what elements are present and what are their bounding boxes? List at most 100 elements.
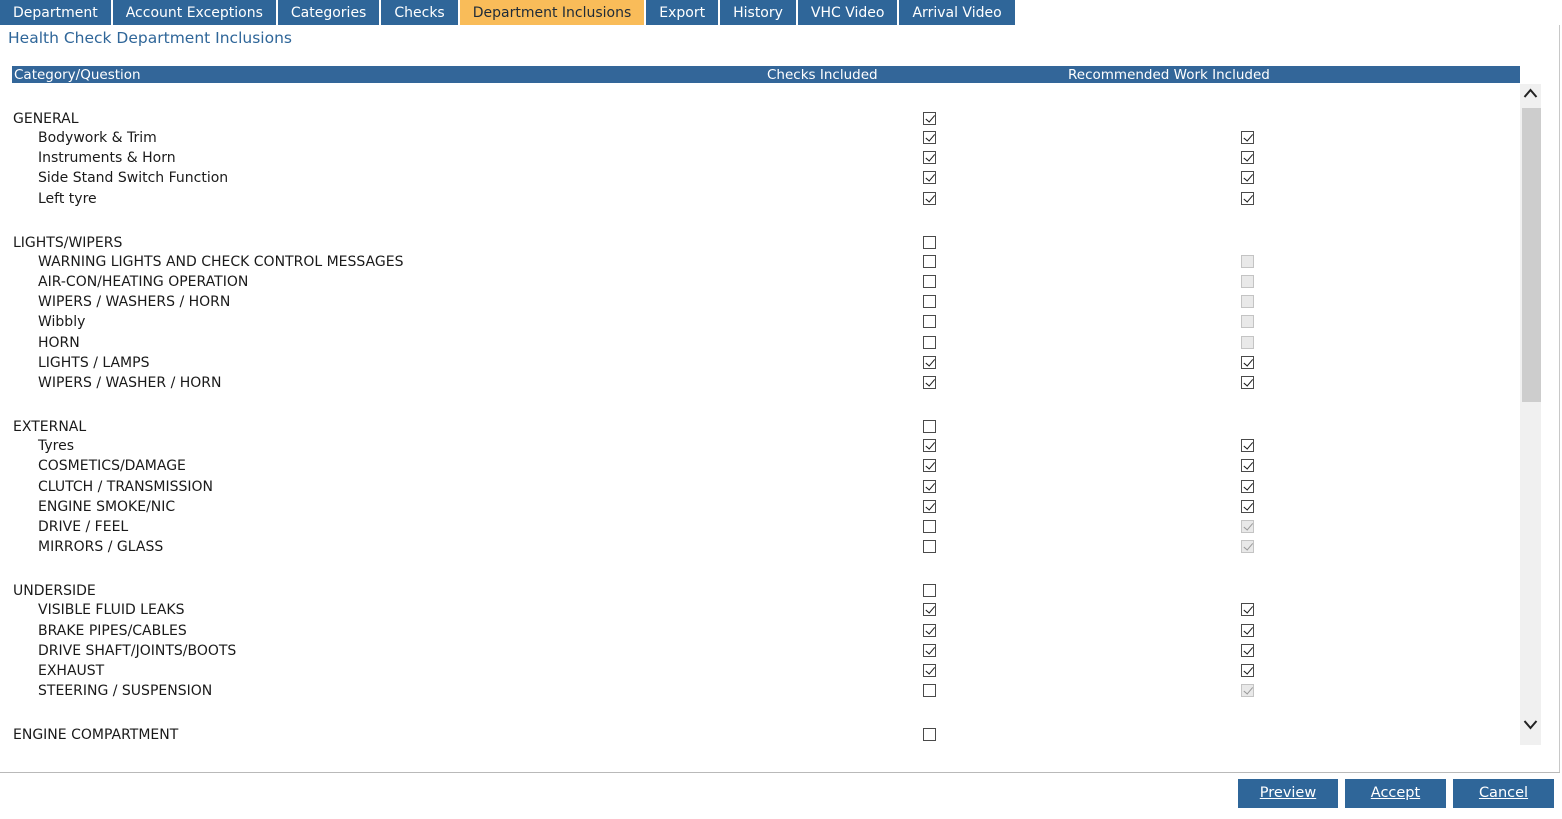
checks-included-checkbox[interactable] bbox=[923, 315, 936, 329]
question-row: Side Stand Switch Function bbox=[0, 168, 1520, 188]
checks-included-checkbox[interactable] bbox=[923, 643, 936, 657]
checks-included-checkbox[interactable] bbox=[923, 728, 936, 742]
question-label: Instruments & Horn bbox=[38, 150, 176, 167]
recommended-work-checkbox bbox=[1241, 540, 1254, 554]
question-label: MIRRORS / GLASS bbox=[38, 539, 164, 556]
checks-included-checkbox[interactable] bbox=[923, 664, 936, 677]
question-row: DRIVE SHAFT/JOINTS/BOOTS bbox=[0, 641, 1520, 661]
panel-border bbox=[1559, 25, 1560, 773]
recommended-work-checkbox[interactable] bbox=[1241, 151, 1254, 165]
checks-included-checkbox[interactable] bbox=[923, 376, 936, 389]
checks-included-checkbox[interactable] bbox=[923, 684, 936, 698]
category-row: EXTERNAL bbox=[0, 417, 1520, 437]
question-label: CLUTCH / TRANSMISSION bbox=[38, 478, 214, 495]
accept-button[interactable]: Accept bbox=[1345, 779, 1446, 808]
question-label: WIPERS / WASHER / HORN bbox=[38, 375, 222, 391]
category-label: UNDERSIDE bbox=[13, 583, 96, 600]
recommended-work-checkbox[interactable] bbox=[1241, 643, 1254, 657]
checks-included-checkbox[interactable] bbox=[923, 439, 936, 453]
category-label: LIGHTS/WIPERS bbox=[13, 234, 123, 251]
checks-included-checkbox[interactable] bbox=[923, 191, 936, 205]
checks-included-checkbox[interactable] bbox=[923, 540, 936, 554]
checks-included-checkbox[interactable] bbox=[923, 420, 936, 434]
question-row: LIGHTS / LAMPS bbox=[0, 353, 1520, 373]
category-row: UNDERSIDE bbox=[0, 581, 1520, 601]
question-row: Tyres bbox=[0, 436, 1520, 456]
checks-included-checkbox[interactable] bbox=[923, 171, 936, 185]
checks-included-checkbox[interactable] bbox=[923, 275, 936, 288]
question-row: HORN bbox=[0, 333, 1520, 353]
recommended-work-checkbox[interactable] bbox=[1241, 664, 1254, 677]
checks-included-checkbox[interactable] bbox=[923, 335, 936, 349]
checks-included-checkbox[interactable] bbox=[923, 235, 936, 249]
checks-included-checkbox[interactable] bbox=[923, 499, 936, 513]
preview-button[interactable]: Preview bbox=[1238, 779, 1338, 808]
category-row: LIGHTS/WIPERS bbox=[0, 233, 1520, 253]
checks-included-checkbox[interactable] bbox=[923, 459, 936, 473]
checks-included-checkbox[interactable] bbox=[923, 295, 936, 309]
recommended-work-checkbox[interactable] bbox=[1241, 355, 1254, 369]
chevron-down-icon[interactable] bbox=[1520, 716, 1541, 736]
vertical-scrollbar[interactable] bbox=[1520, 84, 1541, 745]
question-row: ENGINE SMOKE/NIC bbox=[0, 497, 1520, 517]
recommended-work-checkbox[interactable] bbox=[1241, 459, 1254, 473]
recommended-work-checkbox[interactable] bbox=[1241, 376, 1254, 389]
footer-divider bbox=[0, 772, 1560, 773]
question-row: CLUTCH / TRANSMISSION bbox=[0, 477, 1520, 497]
checks-included-checkbox[interactable] bbox=[923, 112, 936, 125]
question-row: Bodywork & Trim bbox=[0, 128, 1520, 148]
chevron-up-icon[interactable] bbox=[1520, 84, 1541, 104]
question-row: Wibbly bbox=[0, 312, 1520, 332]
checks-included-checkbox[interactable] bbox=[923, 479, 936, 493]
checks-included-checkbox[interactable] bbox=[923, 254, 936, 268]
scrollbar-thumb[interactable] bbox=[1522, 108, 1541, 402]
category-row: GENERAL bbox=[0, 109, 1520, 129]
question-label: VISIBLE FLUID LEAKS bbox=[38, 602, 185, 619]
recommended-work-checkbox[interactable] bbox=[1241, 603, 1254, 617]
question-label: Side Stand Switch Function bbox=[38, 170, 229, 187]
recommended-work-checkbox[interactable] bbox=[1241, 171, 1254, 185]
question-row: WIPERS / WASHER / HORN bbox=[0, 373, 1520, 393]
question-label: BRAKE PIPES/CABLES bbox=[38, 622, 187, 639]
checks-included-checkbox[interactable] bbox=[923, 603, 936, 617]
question-label: Bodywork & Trim bbox=[38, 130, 157, 146]
cancel-button[interactable]: Cancel bbox=[1453, 779, 1554, 808]
question-label: DRIVE / FEEL bbox=[38, 519, 129, 535]
question-label: Left tyre bbox=[38, 190, 97, 207]
category-row: ENGINE COMPARTMENT bbox=[0, 725, 1520, 745]
recommended-work-checkbox bbox=[1241, 295, 1254, 309]
recommended-work-checkbox bbox=[1241, 335, 1254, 349]
recommended-work-checkbox[interactable] bbox=[1241, 623, 1254, 637]
recommended-work-checkbox bbox=[1241, 315, 1254, 329]
recommended-work-checkbox bbox=[1241, 254, 1254, 268]
question-row: COSMETICS/DAMAGE bbox=[0, 456, 1520, 476]
question-label: Tyres bbox=[38, 438, 75, 455]
recommended-work-checkbox[interactable] bbox=[1241, 479, 1254, 493]
checks-included-checkbox[interactable] bbox=[923, 520, 936, 533]
question-label: WIPERS / WASHERS / HORN bbox=[38, 294, 231, 311]
question-label: DRIVE SHAFT/JOINTS/BOOTS bbox=[38, 642, 237, 659]
question-label: EXHAUST bbox=[38, 663, 105, 679]
question-row: VISIBLE FLUID LEAKS bbox=[0, 600, 1520, 620]
checks-included-checkbox[interactable] bbox=[923, 151, 936, 165]
question-row: Instruments & Horn bbox=[0, 148, 1520, 168]
question-row: EXHAUST bbox=[0, 661, 1520, 681]
checks-included-checkbox[interactable] bbox=[923, 355, 936, 369]
question-row: DRIVE / FEEL bbox=[0, 517, 1520, 537]
recommended-work-checkbox[interactable] bbox=[1241, 191, 1254, 205]
category-label: GENERAL bbox=[13, 111, 79, 127]
recommended-work-checkbox[interactable] bbox=[1241, 131, 1254, 144]
question-label: WARNING LIGHTS AND CHECK CONTROL MESSAGE… bbox=[38, 253, 404, 270]
recommended-work-checkbox[interactable] bbox=[1241, 499, 1254, 513]
recommended-work-checkbox bbox=[1241, 520, 1254, 533]
recommended-work-checkbox[interactable] bbox=[1241, 439, 1254, 453]
checks-included-checkbox[interactable] bbox=[923, 131, 936, 144]
category-label: EXTERNAL bbox=[13, 419, 87, 436]
question-label: ENGINE SMOKE/NIC bbox=[38, 498, 176, 515]
checks-included-checkbox[interactable] bbox=[923, 584, 936, 598]
question-row: WARNING LIGHTS AND CHECK CONTROL MESSAGE… bbox=[0, 252, 1520, 272]
question-label: AIR-CON/HEATING OPERATION bbox=[38, 274, 249, 290]
checks-included-checkbox[interactable] bbox=[923, 623, 936, 637]
question-label: HORN bbox=[38, 334, 80, 351]
question-label: COSMETICS/DAMAGE bbox=[38, 458, 186, 475]
